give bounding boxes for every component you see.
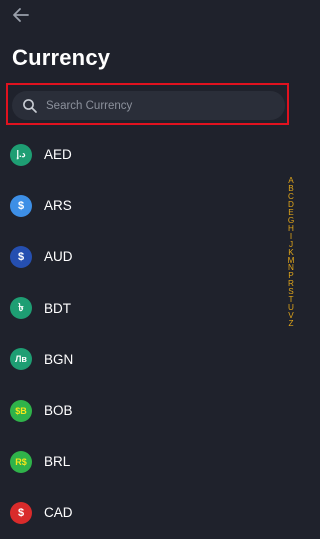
currency-code: CAD [44, 505, 73, 521]
currency-code: ARS [44, 198, 72, 214]
currency-code: BDT [44, 300, 71, 316]
currency-symbol-icon: د.إ [10, 143, 32, 166]
page-title: Currency [12, 45, 111, 70]
currency-item-brl[interactable]: R$ BRL [0, 436, 280, 487]
currency-symbol-icon: $B [10, 399, 32, 422]
index-letter[interactable]: Z [288, 320, 293, 328]
search-icon [23, 98, 37, 113]
currency-code: BGN [44, 351, 74, 367]
currency-symbol-icon: ৳ [10, 297, 32, 320]
currency-code: AED [44, 147, 72, 163]
currency-symbol-icon: R$ [10, 450, 32, 473]
currency-symbol-icon: $ [10, 194, 32, 217]
currency-item-aud[interactable]: $ AUD [0, 231, 280, 282]
currency-list: د.إ AED $ ARS $ AUD ৳ BDT Лв BGN $B BOB … [0, 129, 280, 539]
currency-code: AUD [44, 249, 73, 265]
currency-item-bgn[interactable]: Лв BGN [0, 334, 280, 385]
currency-item-ars[interactable]: $ ARS [0, 180, 280, 231]
back-arrow-icon[interactable] [11, 6, 31, 24]
currency-symbol-icon: Лв [10, 348, 32, 371]
currency-item-bdt[interactable]: ৳ BDT [0, 283, 280, 334]
currency-item-bob[interactable]: $B BOB [0, 385, 280, 436]
currency-item-cad[interactable]: $ CAD [0, 487, 280, 538]
currency-code: BOB [44, 403, 73, 419]
currency-symbol-icon: $ [10, 501, 32, 524]
search-input[interactable] [46, 99, 266, 112]
currency-code: BRL [44, 454, 71, 470]
search-field[interactable] [12, 91, 285, 120]
alphabet-index[interactable]: A B C D E G H I J K M N P R S T U V Z [286, 176, 296, 328]
currency-item-aed[interactable]: د.إ AED [0, 129, 280, 180]
currency-symbol-icon: $ [10, 245, 32, 268]
